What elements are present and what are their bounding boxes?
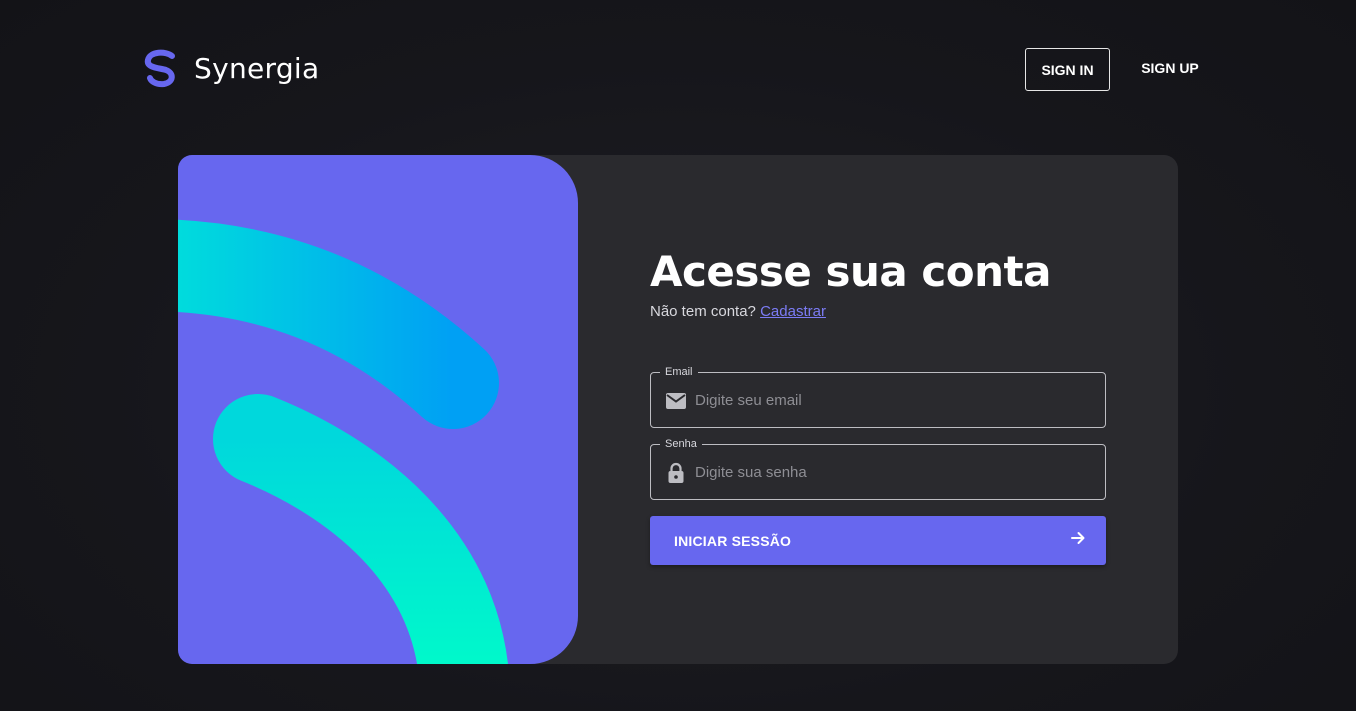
email-input[interactable] <box>695 373 1095 428</box>
decorative-stripes-illustration <box>178 219 508 664</box>
login-form: Acesse sua conta Não tem conta? Cadastra… <box>650 247 1106 566</box>
brand-logo[interactable]: Synergia <box>142 48 319 88</box>
login-submit-button[interactable]: INICIAR SESSÃO <box>650 516 1106 566</box>
login-card: Acesse sua conta Não tem conta? Cadastra… <box>178 155 1178 664</box>
brand-name: Synergia <box>194 51 320 85</box>
no-account-text: Não tem conta? <box>650 303 756 321</box>
password-field[interactable]: Senha <box>650 437 1106 501</box>
synergia-logo-icon <box>144 49 175 88</box>
password-input[interactable] <box>695 445 1095 500</box>
envelope-icon <box>665 390 687 412</box>
email-field[interactable]: Email <box>650 365 1106 429</box>
decorative-art-panel <box>178 155 578 664</box>
sign-in-button[interactable]: SIGN IN <box>1025 48 1110 91</box>
top-navbar: Synergia SIGN IN SIGN UP <box>0 0 1356 140</box>
register-prompt: Não tem conta? Cadastrar <box>650 303 1106 320</box>
email-label: Email <box>660 365 698 380</box>
page-title: Acesse sua conta <box>650 247 1051 296</box>
sign-up-button[interactable]: SIGN UP <box>1130 48 1210 88</box>
submit-label: INICIAR SESSÃO <box>674 532 792 549</box>
lock-icon <box>665 462 687 484</box>
register-link[interactable]: Cadastrar <box>760 303 826 320</box>
arrow-right-icon <box>1070 530 1086 551</box>
